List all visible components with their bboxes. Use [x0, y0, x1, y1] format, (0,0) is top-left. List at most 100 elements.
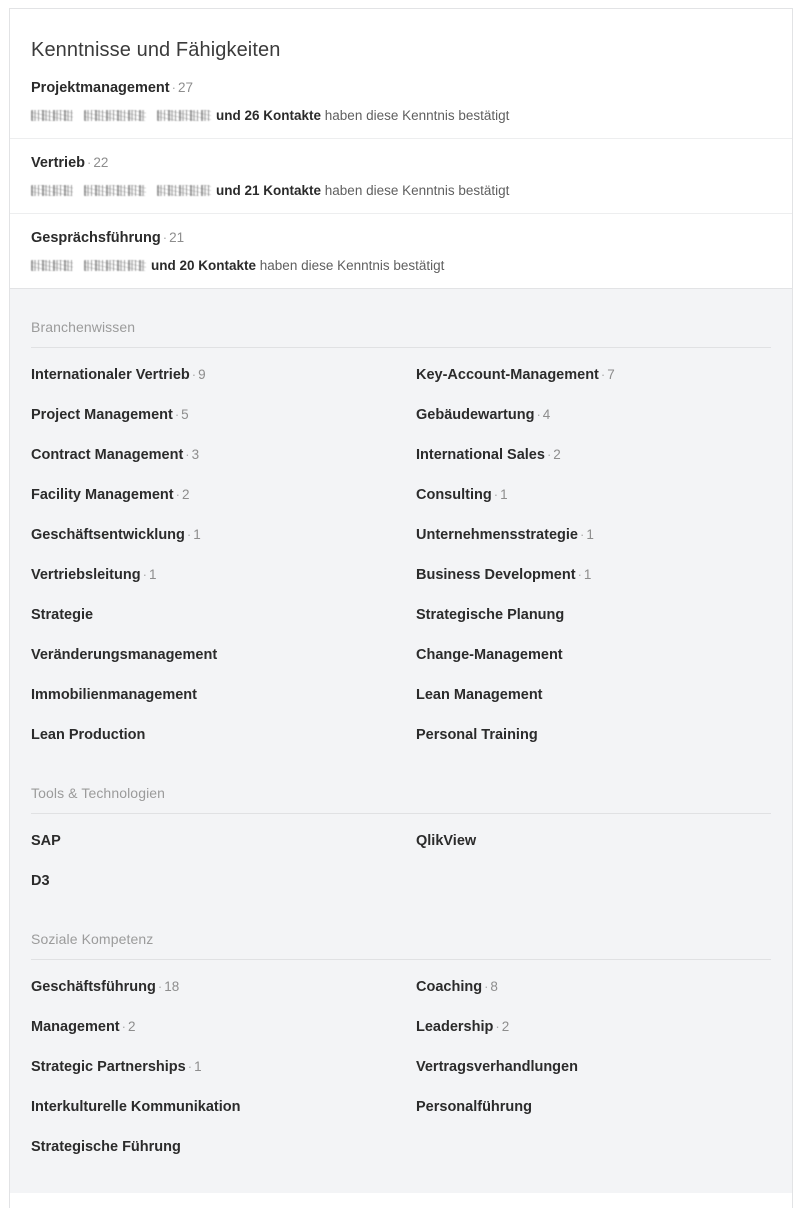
skill-item[interactable]: Geschäftsentwicklung · 1 [31, 515, 416, 555]
skill-item[interactable]: Strategische Planung [416, 595, 771, 635]
endorsed-skill-item[interactable]: Gesprächsführung · 21 und 20 Kontakte haben… [10, 214, 792, 288]
separator-dot: · [493, 487, 499, 502]
separator-dot: · [536, 407, 541, 422]
endorsed-skill-item[interactable]: Projektmanagement · 27 und 26 Kontakte habe… [10, 64, 792, 139]
skill-name[interactable]: Key-Account-Management [416, 367, 599, 383]
skill-category-section: Branchenwissen Internationaler Vertrieb · 9… [10, 289, 792, 755]
skill-item[interactable]: Coaching · 8 [416, 967, 771, 1007]
skill-item[interactable]: Project Management · 5 [31, 395, 416, 435]
separator-dot: · [185, 447, 190, 462]
endorsement-summary: und 21 Kontakte haben diese Kenntnis bes… [31, 182, 771, 200]
skill-item[interactable]: Strategic Partnerships · 1 [31, 1047, 416, 1087]
skill-item[interactable]: Internationaler Vertrieb · 9 [31, 355, 416, 395]
skill-name[interactable]: Project Management [31, 407, 173, 423]
separator-dot: · [187, 1059, 193, 1074]
skill-endorsement-count: 1 [586, 527, 594, 542]
skill-name[interactable]: Interkulturelle Kommunikation [31, 1099, 240, 1115]
skill-item[interactable]: Business Development · 1 [416, 555, 771, 595]
skill-name[interactable]: Contract Management [31, 447, 183, 463]
skill-item[interactable]: Lean Management [416, 675, 771, 715]
skill-name[interactable]: Personal Training [416, 727, 538, 743]
skill-grid: Geschäftsführung · 18 Coaching · 8 Management ·… [31, 967, 771, 1167]
skill-item[interactable]: Personalführung [416, 1087, 771, 1127]
skill-name[interactable]: Unternehmensstrategie [416, 527, 578, 543]
skill-category-section: Soziale Kompetenz Geschäftsführung · 18 Coac… [10, 901, 792, 1167]
skill-name[interactable]: Strategic Partnerships [31, 1059, 186, 1075]
skill-item[interactable]: Change-Management [416, 635, 771, 675]
section-divider [31, 959, 771, 960]
skill-item[interactable]: QlikView [416, 821, 771, 861]
skill-endorsement-count: 7 [607, 367, 615, 382]
separator-dot: · [175, 487, 180, 502]
endorsed-skill-name[interactable]: Projektmanagement [31, 80, 170, 96]
skill-item[interactable]: International Sales · 2 [416, 435, 771, 475]
skill-item[interactable]: Key-Account-Management · 7 [416, 355, 771, 395]
skill-name[interactable]: Coaching [416, 979, 482, 995]
skill-item[interactable]: Leadership · 2 [416, 1007, 771, 1047]
skill-name[interactable]: Geschäftsführung [31, 979, 156, 995]
skill-name[interactable]: Lean Management [416, 687, 543, 703]
skill-item[interactable]: Contract Management · 3 [31, 435, 416, 475]
separator-dot: · [577, 567, 582, 582]
skill-item[interactable]: Unternehmensstrategie · 1 [416, 515, 771, 555]
skill-name[interactable]: Veränderungsmanagement [31, 647, 217, 663]
skill-name[interactable]: SAP [31, 833, 61, 849]
skill-item[interactable]: Strategische Führung [31, 1127, 416, 1167]
skill-item[interactable]: Geschäftsführung · 18 [31, 967, 416, 1007]
skill-name[interactable]: D3 [31, 873, 50, 889]
section-divider [31, 813, 771, 814]
skill-name[interactable]: Gebäudewartung [416, 407, 534, 423]
skill-item[interactable]: Immobilienmanagement [31, 675, 416, 715]
skill-item[interactable]: Consulting · 1 [416, 475, 771, 515]
skill-name[interactable]: Consulting [416, 487, 492, 503]
skill-item[interactable]: Gebäudewartung · 4 [416, 395, 771, 435]
endorsed-skills-list: Projektmanagement · 27 und 26 Kontakte habe… [10, 64, 792, 288]
separator-dot: · [121, 1019, 126, 1034]
skill-item[interactable]: Vertragsverhandlungen [416, 1047, 771, 1087]
skill-name[interactable]: Strategische Führung [31, 1139, 181, 1155]
endorsement-summary: und 20 Kontakte haben diese Kenntnis bes… [31, 257, 771, 275]
skill-name[interactable]: Business Development [416, 567, 576, 583]
endorsement-contacts-count: und 21 Kontakte [216, 183, 322, 198]
skill-item[interactable]: Facility Management · 2 [31, 475, 416, 515]
endorsed-skill-name[interactable]: Vertrieb [31, 155, 85, 171]
skill-item[interactable]: D3 [31, 861, 416, 901]
redacted-endorser-name [31, 110, 73, 121]
skill-name[interactable]: Management [31, 1019, 120, 1035]
skill-name[interactable]: Vertriebsleitung [31, 567, 141, 583]
skill-name[interactable]: Strategie [31, 607, 93, 623]
skill-endorsement-count: 2 [501, 1019, 510, 1034]
skill-item[interactable]: Personal Training [416, 715, 771, 755]
skill-name[interactable]: Internationaler Vertrieb [31, 367, 190, 383]
endorsed-skill-item[interactable]: Vertrieb · 22 und 21 Kontakte haben diese K… [10, 139, 792, 214]
skill-endorsement-count: 1 [194, 1059, 202, 1074]
separator-dot: · [174, 407, 180, 422]
skill-name[interactable]: Vertragsverhandlungen [416, 1059, 578, 1075]
redacted-endorser-name [84, 260, 146, 271]
skill-name[interactable]: Leadership [416, 1019, 493, 1035]
skill-name[interactable]: Lean Production [31, 727, 145, 743]
skill-name[interactable]: International Sales [416, 447, 545, 463]
skill-name[interactable]: Personalführung [416, 1099, 532, 1115]
skill-name[interactable]: Geschäftsentwicklung [31, 527, 185, 543]
skill-item[interactable]: Vertriebsleitung · 1 [31, 555, 416, 595]
endorsed-skill-name[interactable]: Gesprächsführung [31, 230, 161, 246]
skill-name[interactable]: Strategische Planung [416, 607, 564, 623]
section-divider [31, 347, 771, 348]
skill-name[interactable]: Immobilienmanagement [31, 687, 197, 703]
skill-category-title: Tools & Technologien [31, 785, 166, 801]
skill-categories-region: Branchenwissen Internationaler Vertrieb · 9… [10, 288, 792, 1193]
skill-item[interactable]: Veränderungsmanagement [31, 635, 416, 675]
skill-item[interactable]: SAP [31, 821, 416, 861]
skill-item[interactable]: Interkulturelle Kommunikation [31, 1087, 416, 1127]
skill-item[interactable]: Management · 2 [31, 1007, 416, 1047]
skill-name[interactable]: Change-Management [416, 647, 563, 663]
endorsement-text: haben diese Kenntnis bestätigt [324, 108, 510, 123]
endorsed-skill-header: Gesprächsführung · 21 [31, 228, 771, 248]
skill-name[interactable]: Facility Management [31, 487, 174, 503]
skill-item[interactable]: Lean Production [31, 715, 416, 755]
redacted-endorser-name [157, 185, 211, 196]
skill-item[interactable]: Strategie [31, 595, 416, 635]
skill-grid: SAP QlikView D3 [31, 821, 771, 901]
skill-name[interactable]: QlikView [416, 833, 476, 849]
